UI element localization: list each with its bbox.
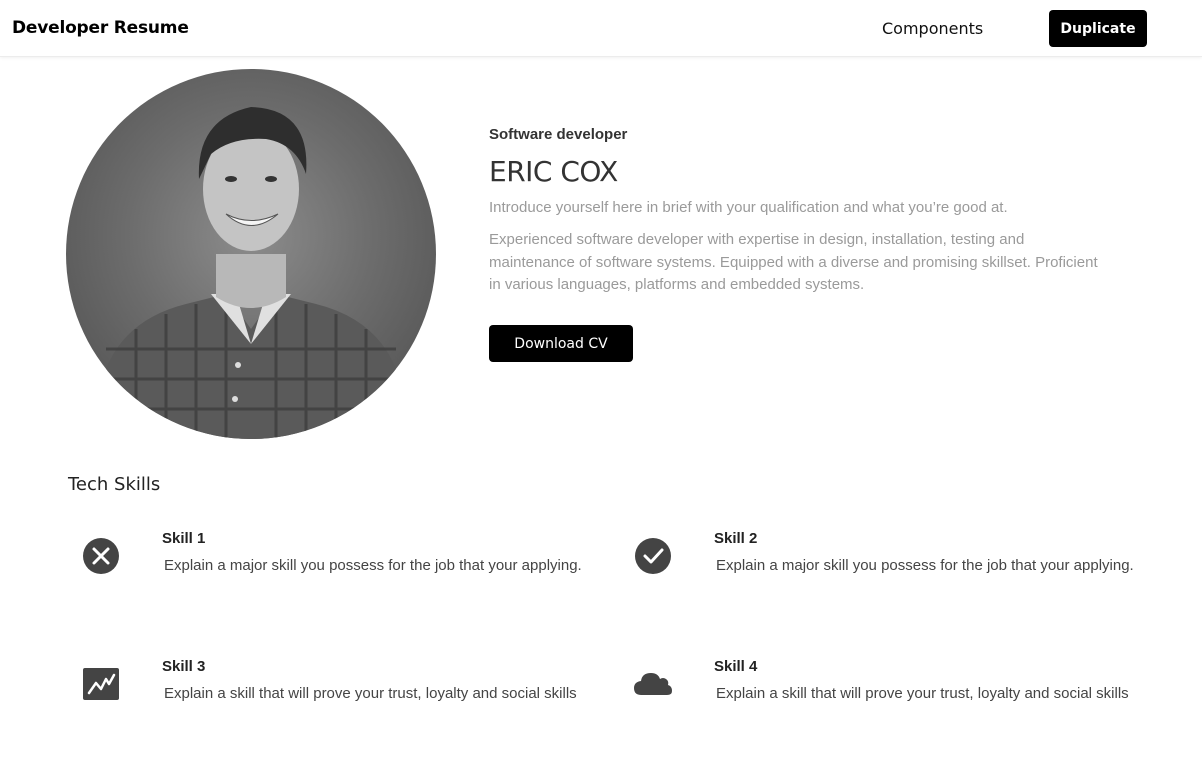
download-cv-button[interactable]: Download CV (489, 325, 633, 362)
skill-title: Skill 4 (714, 658, 758, 675)
person-name: ERIC COX (489, 155, 618, 188)
x-circle-icon (82, 537, 120, 575)
intro-text: Introduce yourself here in brief with yo… (489, 199, 1008, 216)
skill-description: Explain a skill that will prove your tru… (164, 685, 577, 702)
portrait-illustration (96, 107, 406, 439)
skill-description: Explain a skill that will prove your tru… (716, 685, 1129, 702)
tech-skills-heading: Tech Skills (68, 474, 161, 495)
brand-title[interactable]: Developer Resume (12, 18, 189, 38)
check-circle-icon (634, 537, 672, 575)
profile-photo (66, 69, 436, 439)
skill-title: Skill 3 (162, 658, 206, 675)
nav-components-link[interactable]: Components (882, 19, 983, 38)
skill-description: Explain a major skill you possess for th… (716, 557, 1134, 574)
bio-text: Experienced software developer with expe… (489, 231, 1098, 293)
chart-icon (82, 666, 120, 704)
top-navbar: Developer Resume Components Duplicate (0, 0, 1202, 57)
cloud-icon (633, 666, 672, 704)
skill-title: Skill 1 (162, 530, 206, 547)
skill-title: Skill 2 (714, 530, 758, 547)
role-subtitle: Software developer (489, 126, 628, 143)
skill-description: Explain a major skill you possess for th… (164, 557, 582, 574)
duplicate-button[interactable]: Duplicate (1049, 10, 1147, 47)
